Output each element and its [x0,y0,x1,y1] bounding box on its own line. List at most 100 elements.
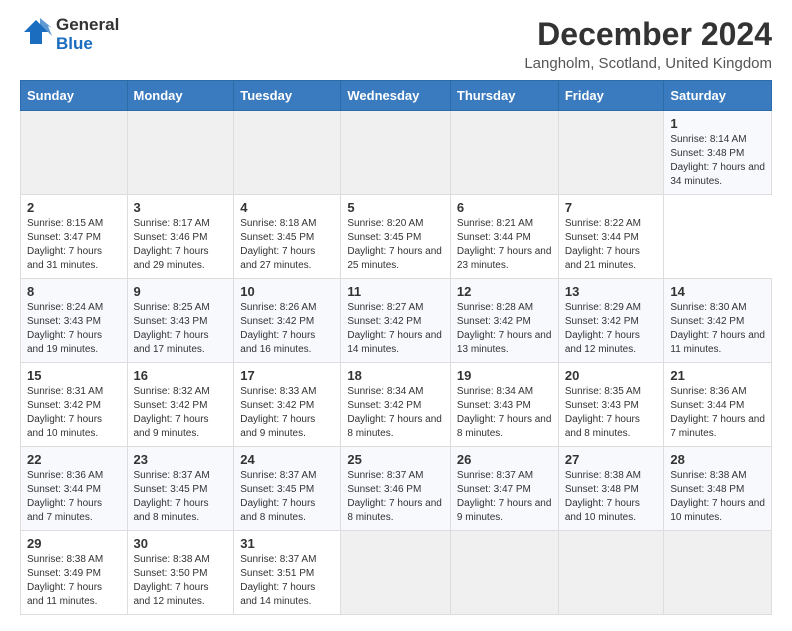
day-info: Sunrise: 8:22 AMSunset: 3:44 PMDaylight:… [565,217,658,273]
logo: General Blue [20,16,119,53]
day-info: Sunrise: 8:37 AMSunset: 3:47 PMDaylight:… [457,469,552,525]
calendar-cell: 25 Sunrise: 8:37 AMSunset: 3:46 PMDayligh… [341,447,451,531]
day-number: 16 [134,368,228,383]
calendar-cell: 16 Sunrise: 8:32 AMSunset: 3:42 PMDayligh… [127,363,234,447]
calendar-cell: 19 Sunrise: 8:34 AMSunset: 3:43 PMDayligh… [450,363,558,447]
calendar-cell: 20 Sunrise: 8:35 AMSunset: 3:43 PMDayligh… [558,363,664,447]
day-number: 7 [565,200,658,215]
calendar-week-row: 22 Sunrise: 8:36 AMSunset: 3:44 PMDayligh… [21,447,772,531]
location-title: Langholm, Scotland, United Kingdom [524,55,772,72]
calendar-cell: 22 Sunrise: 8:36 AMSunset: 3:44 PMDayligh… [21,447,128,531]
calendar-cell: 27 Sunrise: 8:38 AMSunset: 3:48 PMDayligh… [558,447,664,531]
calendar-cell-empty [127,111,234,195]
day-number: 6 [457,200,552,215]
calendar-cell-empty [21,111,128,195]
day-info: Sunrise: 8:33 AMSunset: 3:42 PMDaylight:… [240,385,334,441]
logo-general: General [56,16,119,35]
calendar-cell-empty [558,111,664,195]
calendar-cell: 29 Sunrise: 8:38 AMSunset: 3:49 PMDayligh… [21,531,128,615]
day-number: 22 [27,452,121,467]
day-number: 2 [27,200,121,215]
calendar-cell: 31Sunrise: 8:37 AMSunset: 3:51 PMDayligh… [234,531,341,615]
day-number: 18 [347,368,444,383]
calendar-cell: 10 Sunrise: 8:26 AMSunset: 3:42 PMDayligh… [234,279,341,363]
calendar-week-row: 8Sunrise: 8:24 AMSunset: 3:43 PMDaylight… [21,279,772,363]
calendar-cell-empty [234,111,341,195]
calendar-week-row: 29 Sunrise: 8:38 AMSunset: 3:49 PMDayligh… [21,531,772,615]
calendar-cell: 5 Sunrise: 8:20 AMSunset: 3:45 PMDaylight… [341,195,451,279]
logo-icon [20,18,52,51]
title-area: December 2024 Langholm, Scotland, United… [524,16,772,72]
day-info: Sunrise: 8:29 AMSunset: 3:42 PMDaylight:… [565,301,658,357]
day-info: Sunrise: 8:37 AMSunset: 3:45 PMDaylight:… [240,469,334,525]
calendar-cell: 2Sunrise: 8:15 AMSunset: 3:47 PMDaylight… [21,195,128,279]
day-number: 14 [670,284,765,299]
calendar-cell: 13 Sunrise: 8:29 AMSunset: 3:42 PMDayligh… [558,279,664,363]
calendar-cell: 7 Sunrise: 8:22 AMSunset: 3:44 PMDaylight… [558,195,664,279]
calendar-week-row: 2Sunrise: 8:15 AMSunset: 3:47 PMDaylight… [21,195,772,279]
day-info: Sunrise: 8:36 AMSunset: 3:44 PMDaylight:… [27,469,121,525]
header-cell-thursday: Thursday [450,81,558,111]
day-info: Sunrise: 8:32 AMSunset: 3:42 PMDaylight:… [134,385,228,441]
calendar-cell: 6 Sunrise: 8:21 AMSunset: 3:44 PMDaylight… [450,195,558,279]
calendar-cell: 30Sunrise: 8:38 AMSunset: 3:50 PMDayligh… [127,531,234,615]
day-number: 5 [347,200,444,215]
day-number: 11 [347,284,444,299]
calendar-cell: 18 Sunrise: 8:34 AMSunset: 3:42 PMDayligh… [341,363,451,447]
calendar-cell: 12 Sunrise: 8:28 AMSunset: 3:42 PMDayligh… [450,279,558,363]
day-number: 23 [134,452,228,467]
header-cell-friday: Friday [558,81,664,111]
calendar-header-row: SundayMondayTuesdayWednesdayThursdayFrid… [21,81,772,111]
calendar-cell-empty [558,531,664,615]
day-number: 24 [240,452,334,467]
day-info: Sunrise: 8:34 AMSunset: 3:42 PMDaylight:… [347,385,444,441]
day-number: 25 [347,452,444,467]
day-info: Sunrise: 8:34 AMSunset: 3:43 PMDaylight:… [457,385,552,441]
calendar-cell: 4Sunrise: 8:18 AMSunset: 3:45 PMDaylight… [234,195,341,279]
day-number: 15 [27,368,121,383]
calendar-body: 1Sunrise: 8:14 AMSunset: 3:48 PMDaylight… [21,111,772,615]
day-info: Sunrise: 8:28 AMSunset: 3:42 PMDaylight:… [457,301,552,357]
header-cell-monday: Monday [127,81,234,111]
day-info: Sunrise: 8:37 AMSunset: 3:46 PMDaylight:… [347,469,444,525]
calendar-cell-empty [341,111,451,195]
calendar-cell: 23Sunrise: 8:37 AMSunset: 3:45 PMDayligh… [127,447,234,531]
calendar-cell: 17Sunrise: 8:33 AMSunset: 3:42 PMDayligh… [234,363,341,447]
header-cell-sunday: Sunday [21,81,128,111]
day-info: Sunrise: 8:21 AMSunset: 3:44 PMDaylight:… [457,217,552,273]
day-number: 19 [457,368,552,383]
day-number: 28 [670,452,765,467]
month-title: December 2024 [524,16,772,53]
calendar-cell: 21 Sunrise: 8:36 AMSunset: 3:44 PMDayligh… [664,363,772,447]
calendar-cell: 15 Sunrise: 8:31 AMSunset: 3:42 PMDayligh… [21,363,128,447]
day-info: Sunrise: 8:38 AMSunset: 3:48 PMDaylight:… [565,469,658,525]
calendar-cell-empty [664,531,772,615]
day-number: 29 [27,536,121,551]
day-number: 26 [457,452,552,467]
header: General Blue December 2024 Langholm, Sco… [20,16,772,72]
day-number: 3 [134,200,228,215]
day-number: 10 [240,284,334,299]
day-number: 27 [565,452,658,467]
calendar-cell: 14Sunrise: 8:30 AMSunset: 3:42 PMDayligh… [664,279,772,363]
calendar-cell-empty [450,111,558,195]
day-number: 13 [565,284,658,299]
day-number: 30 [134,536,228,551]
calendar-week-row: 15 Sunrise: 8:31 AMSunset: 3:42 PMDayligh… [21,363,772,447]
day-number: 20 [565,368,658,383]
day-info: Sunrise: 8:36 AMSunset: 3:44 PMDaylight:… [670,385,765,441]
calendar-cell: 8Sunrise: 8:24 AMSunset: 3:43 PMDaylight… [21,279,128,363]
header-cell-wednesday: Wednesday [341,81,451,111]
day-info: Sunrise: 8:20 AMSunset: 3:45 PMDaylight:… [347,217,444,273]
day-number: 12 [457,284,552,299]
day-info: Sunrise: 8:38 AMSunset: 3:49 PMDaylight:… [27,553,121,609]
day-info: Sunrise: 8:31 AMSunset: 3:42 PMDaylight:… [27,385,121,441]
calendar-cell-empty [450,531,558,615]
day-info: Sunrise: 8:26 AMSunset: 3:42 PMDaylight:… [240,301,334,357]
calendar-week-row: 1Sunrise: 8:14 AMSunset: 3:48 PMDaylight… [21,111,772,195]
day-info: Sunrise: 8:35 AMSunset: 3:43 PMDaylight:… [565,385,658,441]
day-number: 21 [670,368,765,383]
day-number: 8 [27,284,121,299]
day-info: Sunrise: 8:38 AMSunset: 3:48 PMDaylight:… [670,469,765,525]
calendar-table: SundayMondayTuesdayWednesdayThursdayFrid… [20,80,772,615]
